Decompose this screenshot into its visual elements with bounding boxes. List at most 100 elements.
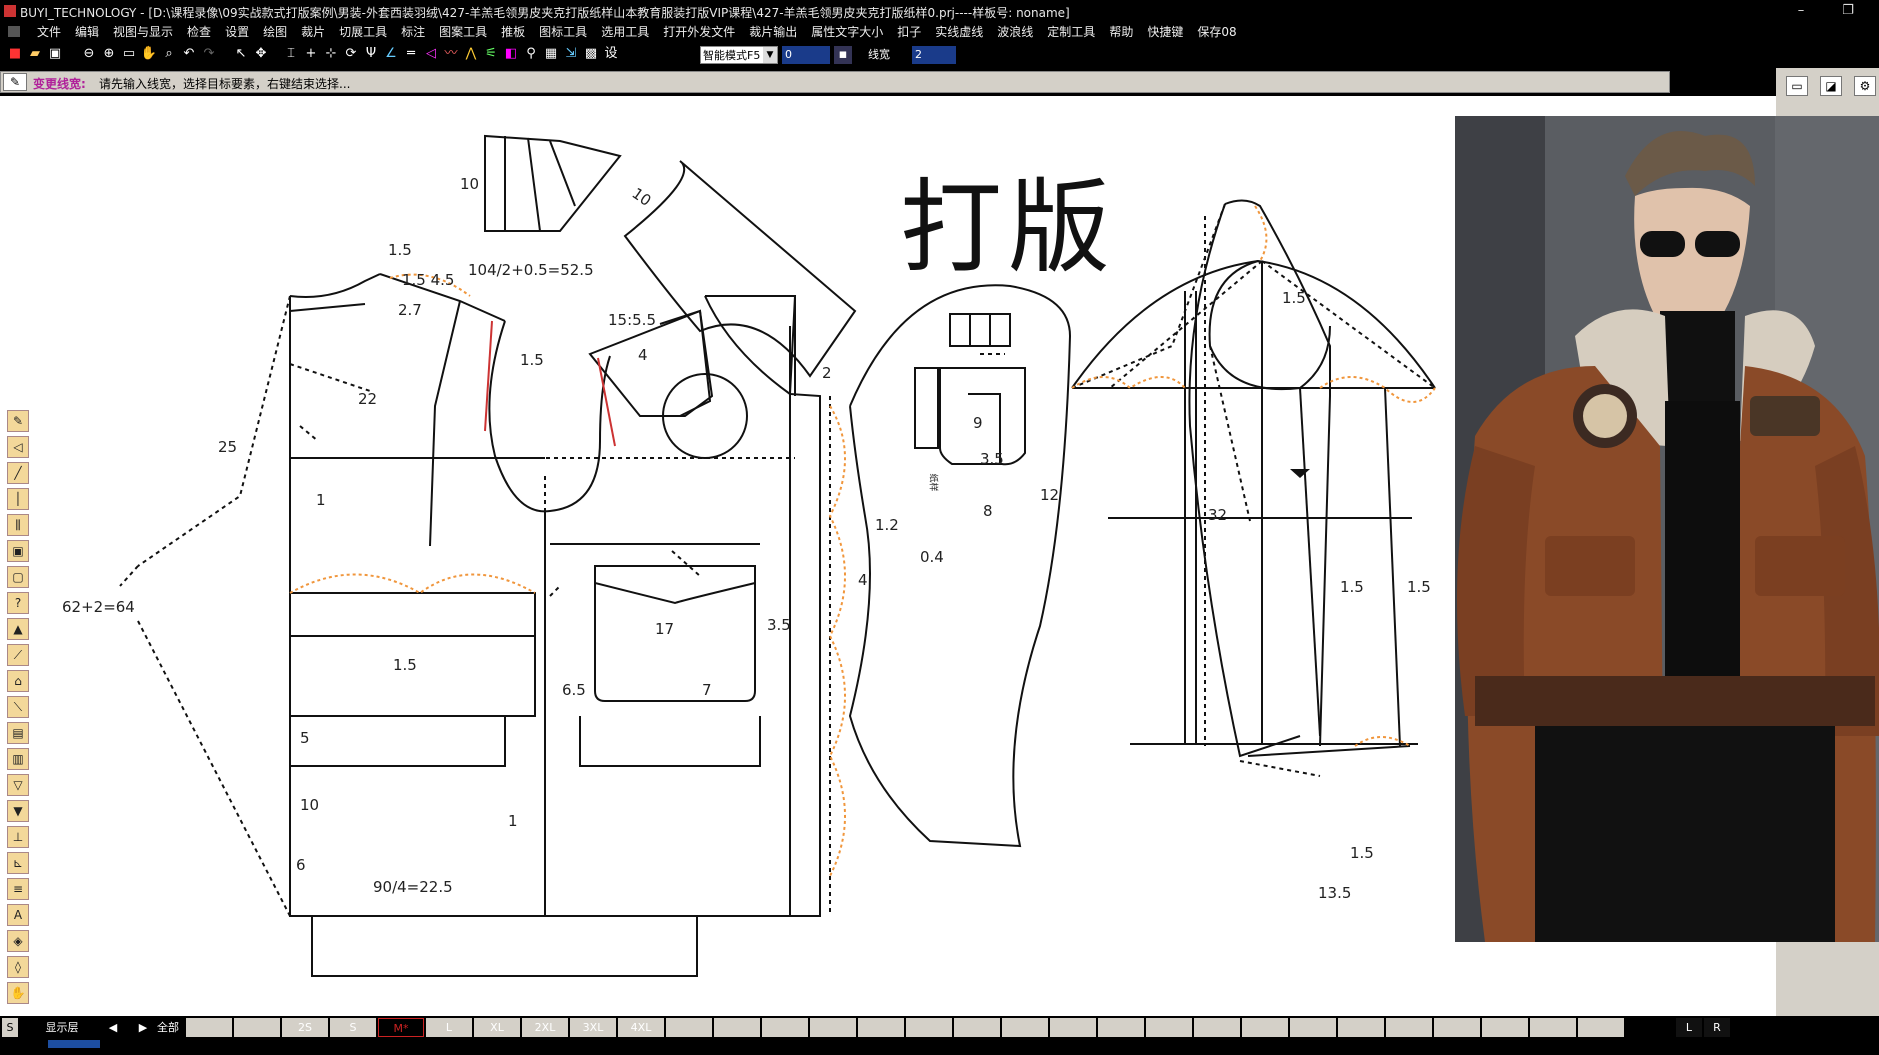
chart-icon[interactable]: ▥ [7, 748, 29, 770]
text-tool-icon[interactable]: A [7, 904, 29, 926]
layer-input[interactable]: 0 [782, 46, 830, 64]
rectangle-icon[interactable]: ▣ [7, 540, 29, 562]
size-cell-6[interactable]: 3XL [570, 1018, 616, 1037]
help-icon[interactable]: ? [7, 592, 29, 614]
settings-text-label[interactable]: 设 [602, 45, 620, 63]
pen-icon[interactable]: ✎ [7, 410, 29, 432]
linewidth-input[interactable]: 2 [912, 46, 956, 64]
layer-color-icon[interactable]: ▪ [834, 46, 852, 64]
status-s[interactable]: S [2, 1018, 18, 1037]
size-cell-empty[interactable] [1002, 1018, 1048, 1037]
size-cell-empty[interactable] [1242, 1018, 1288, 1037]
menu-item-13[interactable]: 打开外发文件 [656, 25, 742, 40]
trace-icon[interactable]: ⚲ [522, 45, 540, 63]
node-icon[interactable]: ⊹ [322, 45, 340, 63]
menu-item-22[interactable]: 保存08 [1190, 25, 1243, 40]
pattern-icon[interactable]: ▦ [542, 45, 560, 63]
size-cell-1[interactable]: S [330, 1018, 376, 1037]
menu-item-3[interactable]: 检查 [180, 25, 218, 40]
measure-icon[interactable]: ⌶ [282, 45, 300, 63]
size-cell-empty[interactable] [1434, 1018, 1480, 1037]
drop-icon[interactable]: ◈ [7, 930, 29, 952]
house-icon[interactable]: ⌂ [7, 670, 29, 692]
ruler-icon[interactable]: ⊾ [7, 852, 29, 874]
size-cell-3[interactable]: L [426, 1018, 472, 1037]
zoom-window-icon[interactable]: ▭ [120, 45, 138, 63]
size-cell-empty[interactable] [906, 1018, 952, 1037]
minimize-button[interactable]: – [1790, 2, 1812, 20]
menu-item-0[interactable]: 文件 [30, 25, 68, 40]
monitor-icon[interactable]: ▭ [1786, 76, 1808, 96]
menu-item-1[interactable]: 编辑 [68, 25, 106, 40]
cross-point-icon[interactable]: + [302, 45, 320, 63]
menu-item-12[interactable]: 选用工具 [594, 25, 656, 40]
grade-icon[interactable]: ⚟ [482, 45, 500, 63]
menu-item-15[interactable]: 属性文字大小 [804, 25, 890, 40]
menu-item-17[interactable]: 实线虚线 [928, 25, 990, 40]
funnel-icon[interactable]: ▽ [7, 774, 29, 796]
menu-item-20[interactable]: 帮助 [1102, 25, 1140, 40]
grid-icon[interactable]: ▩ [582, 45, 600, 63]
menu-item-19[interactable]: 定制工具 [1040, 25, 1102, 40]
restore-button[interactable]: ❐ [1837, 2, 1859, 20]
command-prompt[interactable]: ✎ 变更线宽: 请先输入线宽，选择目标要素，右键结束选择... [0, 71, 1670, 93]
size-cell-empty[interactable] [234, 1018, 280, 1037]
size-cell-empty[interactable] [1290, 1018, 1336, 1037]
graph-icon[interactable]: ◪ [1820, 76, 1842, 96]
open-folder-icon[interactable]: ▰ [26, 45, 44, 63]
menu-item-16[interactable]: 扣子 [890, 25, 928, 40]
measure-tool-icon[interactable]: ⟋ [7, 644, 29, 666]
leaf-icon[interactable]: ◊ [7, 956, 29, 978]
vertical-line-icon[interactable]: │ [7, 488, 29, 510]
size-cell-empty[interactable] [186, 1018, 232, 1037]
hand-tool-icon[interactable]: ✋ [7, 982, 29, 1004]
floppy-icon[interactable]: ▤ [7, 722, 29, 744]
layer-prev-button[interactable]: ◀ [106, 1018, 120, 1037]
zoom-fit-icon[interactable]: ⌕ [160, 45, 178, 63]
size-cell-empty[interactable] [714, 1018, 760, 1037]
new-file-icon[interactable]: ■ [6, 45, 24, 63]
bevel-tool-icon[interactable]: ◁ [7, 436, 29, 458]
document-icon[interactable] [8, 26, 20, 37]
status-r-button[interactable]: R [1704, 1018, 1730, 1037]
parallel-line-icon[interactable]: ═ [402, 45, 420, 63]
menu-item-21[interactable]: 快捷键 [1140, 25, 1190, 40]
piece-icon[interactable]: ▲ [7, 618, 29, 640]
frame-icon[interactable]: ▢ [7, 566, 29, 588]
move-icon[interactable]: ✥ [252, 45, 270, 63]
save-icon[interactable]: ▣ [46, 45, 64, 63]
filter-icon[interactable]: ▼ [7, 800, 29, 822]
size-cell-7[interactable]: 4XL [618, 1018, 664, 1037]
angle-icon[interactable]: ∠ [382, 45, 400, 63]
size-cell-empty[interactable] [1050, 1018, 1096, 1037]
mode-select[interactable]: 智能模式F5 ▼ [700, 46, 778, 64]
layer-next-button[interactable]: ▶ [136, 1018, 150, 1037]
fork-icon[interactable]: Ψ [362, 45, 380, 63]
menu-item-14[interactable]: 裁片输出 [742, 25, 804, 40]
line-tool-icon[interactable]: ╱ [7, 462, 29, 484]
menu-item-18[interactable]: 波浪线 [990, 25, 1040, 40]
status-all-button[interactable]: 全部 [150, 1018, 186, 1037]
notch-icon[interactable]: ⊥ [7, 826, 29, 848]
size-cell-4[interactable]: XL [474, 1018, 520, 1037]
size-cell-empty[interactable] [1194, 1018, 1240, 1037]
size-cell-empty[interactable] [810, 1018, 856, 1037]
split-icon[interactable]: ⫼ [7, 514, 29, 536]
menu-item-9[interactable]: 图案工具 [432, 25, 494, 40]
menu-item-7[interactable]: 切展工具 [332, 25, 394, 40]
redo-icon[interactable]: ↷ [200, 45, 218, 63]
bevel-icon[interactable]: ◁ [422, 45, 440, 63]
menu-item-5[interactable]: 绘图 [256, 25, 294, 40]
status-l-button[interactable]: L [1676, 1018, 1702, 1037]
size-cell-0[interactable]: 2S [282, 1018, 328, 1037]
zoom-out-icon[interactable]: ⊖ [80, 45, 98, 63]
menu-item-8[interactable]: 标注 [394, 25, 432, 40]
size-cell-empty[interactable] [1386, 1018, 1432, 1037]
size-cell-empty[interactable] [1338, 1018, 1384, 1037]
menu-item-2[interactable]: 视图与显示 [106, 25, 180, 40]
size-cell-empty[interactable] [1146, 1018, 1192, 1037]
select-arrow-icon[interactable]: ↖ [232, 45, 250, 63]
size-cell-empty[interactable] [1578, 1018, 1624, 1037]
stretch-icon[interactable]: ⇲ [562, 45, 580, 63]
menu-item-6[interactable]: 裁片 [294, 25, 332, 40]
